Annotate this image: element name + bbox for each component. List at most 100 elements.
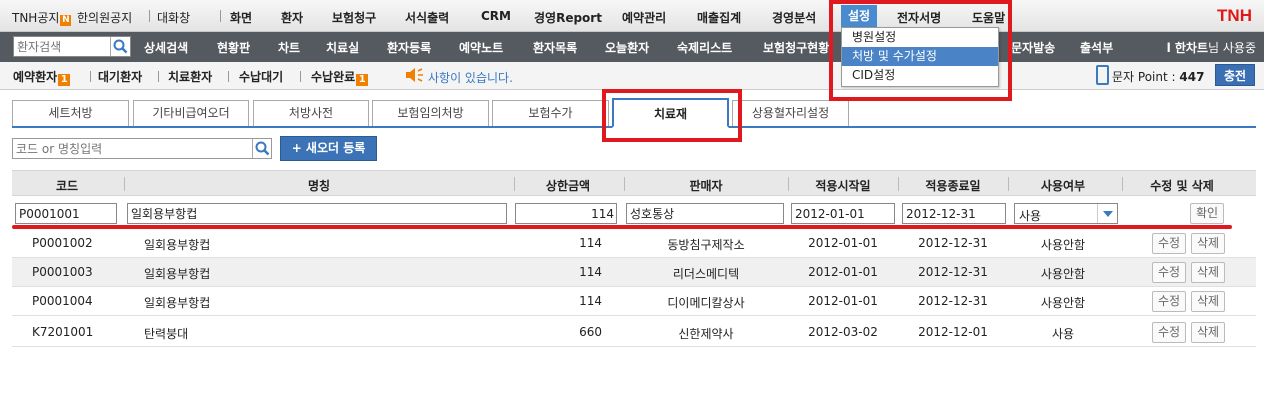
edit-end-date-input[interactable]: [902, 203, 1006, 224]
menu-sales[interactable]: 매출집계: [697, 9, 741, 26]
status-reserved[interactable]: 예약환자 1: [13, 68, 71, 86]
row-price: 114: [579, 265, 602, 279]
edit-button[interactable]: 수정: [1152, 233, 1186, 254]
highlight-underline: [12, 225, 1232, 229]
new-order-button[interactable]: + 새오더 등록: [280, 136, 377, 161]
row-seller: 동방침구제작소: [667, 238, 745, 252]
menu-screen[interactable]: 화면: [230, 9, 252, 26]
confirm-button[interactable]: 확인: [1190, 203, 1224, 224]
edit-button[interactable]: 수정: [1152, 262, 1186, 283]
patient-search-input[interactable]: [14, 37, 111, 56]
tab-set-prescription[interactable]: 세트처방: [12, 100, 129, 126]
row-code: P0001003: [32, 265, 93, 279]
row-price: 660: [579, 325, 602, 339]
patient-search-button[interactable]: [110, 37, 130, 56]
status-treating[interactable]: 치료환자: [168, 68, 212, 85]
menu-insurance-claim[interactable]: 보험청구: [332, 9, 376, 26]
user-name: l 한차트: [1166, 41, 1209, 55]
tab-acupoint-settings[interactable]: 상용혈자리설정: [732, 100, 849, 126]
row-end-date: 2012-12-31: [918, 265, 988, 279]
table-edit-row: 사용 확인: [12, 200, 1256, 226]
delete-button[interactable]: 삭제: [1191, 322, 1225, 343]
edit-code-input[interactable]: [15, 203, 117, 224]
nav-today-patients[interactable]: 오늘환자: [605, 39, 649, 56]
nav-patient-list[interactable]: 환자목록: [533, 39, 577, 56]
edit-button[interactable]: 수정: [1152, 291, 1186, 312]
clinic-notice-link[interactable]: 한의원공지: [77, 9, 132, 26]
nav-treatment-room[interactable]: 치료실: [326, 39, 359, 56]
menu-patient[interactable]: 환자: [281, 9, 303, 26]
divider: [158, 71, 159, 82]
delete-button[interactable]: 삭제: [1191, 262, 1225, 283]
edit-seller-input[interactable]: [626, 203, 784, 224]
row-use: 사용안함: [1040, 238, 1086, 252]
edit-use-value: 사용: [1019, 209, 1042, 223]
search-icon: [255, 141, 270, 156]
main-nav-bar: 상세검색 현황판 차트 치료실 환자등록 예약노트 환자목록 오늘환자 숙제리스…: [0, 32, 1264, 62]
row-start-date: 2012-03-02: [808, 325, 878, 339]
nav-status-board[interactable]: 현황판: [217, 39, 250, 56]
nav-patient-register[interactable]: 환자등록: [387, 39, 431, 56]
row-start-date: 2012-01-01: [808, 294, 878, 308]
delete-button[interactable]: 삭제: [1191, 291, 1225, 312]
tab-insurance-fee[interactable]: 보험수가: [492, 100, 609, 126]
nav-chart[interactable]: 차트: [278, 39, 300, 56]
divider: [220, 10, 221, 22]
menu-management-report[interactable]: 경영Report: [534, 9, 602, 26]
code-search-input[interactable]: [13, 139, 253, 158]
search-icon: [113, 39, 128, 54]
edit-name-input[interactable]: [127, 203, 507, 224]
tnh-notice-link[interactable]: TNH공지 N: [12, 9, 72, 26]
sms-point: 문자 Point : 447: [1112, 68, 1204, 85]
menu-reservation[interactable]: 예약관리: [622, 9, 666, 26]
code-search-button[interactable]: [252, 139, 271, 158]
highlight-box-tab: [602, 89, 742, 142]
count-badge: 1: [356, 74, 369, 86]
row-use: 사용안함: [1040, 296, 1086, 310]
row-price: 114: [579, 236, 602, 250]
divider: [228, 71, 229, 82]
nav-reservation-note[interactable]: 예약노트: [459, 39, 503, 56]
row-start-date: 2012-01-01: [808, 236, 878, 250]
delete-button[interactable]: 삭제: [1191, 233, 1225, 254]
tab-insurance-custom[interactable]: 보험임의처방: [372, 100, 489, 126]
menu-form-print[interactable]: 서식출력: [405, 9, 449, 26]
row-code: P0001004: [32, 294, 93, 308]
status-waiting[interactable]: 대기환자: [98, 68, 142, 85]
edit-start-date-input[interactable]: [791, 203, 895, 224]
notice-text[interactable]: 사항이 있습니다.: [428, 69, 513, 86]
table-row: K7201001 탄력붕대 660 신한제약사 2012-03-02 2012-…: [12, 318, 1256, 347]
divider: [300, 71, 301, 82]
top-menu-bar: TNH공지 N 한의원공지 대화창 화면 환자 보험청구 서식출력 CRM 경영R…: [0, 0, 1264, 32]
menu-crm[interactable]: CRM: [481, 9, 511, 23]
row-use: 사용안함: [1040, 267, 1086, 281]
header-price: 상한금액: [545, 179, 591, 193]
status-payment-done[interactable]: 수납완료 1: [311, 68, 369, 86]
sms-point-label: 문자 Point :: [1112, 70, 1176, 84]
edit-use-select[interactable]: 사용: [1014, 203, 1118, 224]
sms-point-value: 447: [1179, 70, 1205, 84]
status-payment-waiting[interactable]: 수납대기: [239, 68, 283, 85]
divider: [149, 10, 150, 22]
menu-analysis[interactable]: 경영분석: [772, 9, 816, 26]
header-end-date: 적용종료일: [925, 179, 981, 193]
row-price: 114: [579, 294, 602, 308]
charge-button[interactable]: 충전: [1215, 64, 1255, 86]
chat-link[interactable]: 대화창: [157, 9, 190, 26]
nav-insurance-status[interactable]: 보험청구현황: [763, 39, 839, 56]
code-search-box: [12, 138, 272, 159]
user-suffix: 님 사용중: [1208, 41, 1256, 55]
edit-button[interactable]: 수정: [1152, 322, 1186, 343]
table-row: P0001002 일회용부항컵 114 동방침구제작소 2012-01-01 2…: [12, 229, 1256, 258]
nav-sms-send[interactable]: 문자발송: [1011, 39, 1055, 56]
nav-detail-search[interactable]: 상세검색: [144, 39, 188, 56]
patient-search-box: [13, 36, 131, 57]
nav-homework-list[interactable]: 숙제리스트: [677, 39, 732, 56]
nav-attendance[interactable]: 출석부: [1080, 39, 1113, 56]
row-code: K7201001: [32, 325, 94, 339]
row-seller: 리더스메디텍: [672, 267, 740, 281]
tab-prescription-dictionary[interactable]: 처방사전: [253, 100, 369, 126]
tab-other-nonbenefit[interactable]: 기타비급여오더: [133, 100, 249, 126]
edit-price-input[interactable]: [515, 203, 617, 224]
status-reserved-label: 예약환자: [13, 70, 58, 84]
